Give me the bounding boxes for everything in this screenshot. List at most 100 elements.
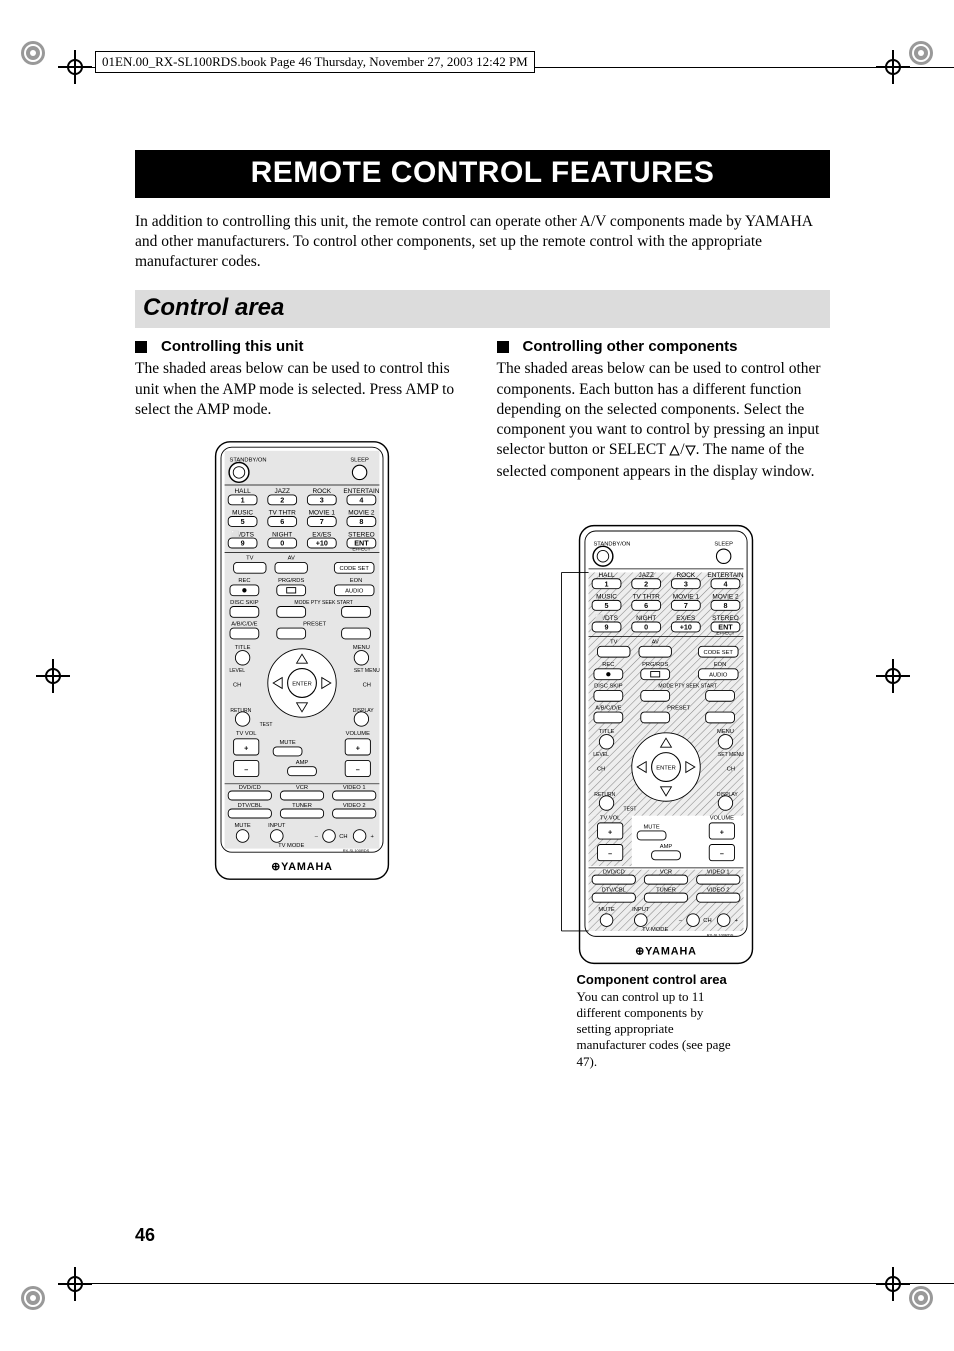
svg-text:–: – (719, 849, 723, 858)
svg-text:AMP: AMP (296, 760, 309, 766)
crop-cross-icon (876, 659, 910, 693)
svg-text:RX-SL100RDS: RX-SL100RDS (706, 933, 733, 938)
svg-text:SET MENU: SET MENU (717, 752, 743, 758)
remote-diagram-right: STANDBY/ON SLEEP HALL1JAZZ2ROCK3ENTERTAI… (557, 522, 831, 972)
svg-text:+10: +10 (679, 623, 691, 632)
bullet-square-icon (497, 341, 509, 353)
svg-text:4: 4 (723, 580, 727, 589)
svg-text:DTV/CBL: DTV/CBL (237, 803, 261, 809)
svg-text:1: 1 (604, 580, 608, 589)
subheading-controlling-other: Controlling other components (497, 338, 831, 355)
svg-text:HALL: HALL (234, 488, 251, 495)
svg-text:LEVEL: LEVEL (593, 752, 609, 758)
svg-text:EFFECT: EFFECT (716, 631, 734, 636)
svg-text:HALL: HALL (598, 572, 615, 579)
registration-mark-icon (20, 40, 46, 66)
svg-text:TV: TV (610, 640, 618, 646)
svg-text:INPUT: INPUT (268, 823, 286, 829)
svg-text:–: – (244, 765, 248, 774)
svg-text:6: 6 (644, 601, 648, 610)
svg-text:2: 2 (280, 495, 284, 504)
svg-text:TV MODE: TV MODE (278, 843, 304, 849)
svg-text:PRESET: PRESET (303, 621, 326, 627)
svg-text:2: 2 (644, 580, 648, 589)
svg-text:4: 4 (359, 495, 363, 504)
svg-text:DVD/CD: DVD/CD (602, 870, 624, 876)
registration-mark-icon (908, 1285, 934, 1311)
svg-text:CH: CH (703, 918, 711, 924)
svg-text:TV VOL: TV VOL (599, 816, 619, 822)
svg-text:TV: TV (246, 556, 254, 562)
bullet-square-icon (135, 341, 147, 353)
svg-text:CH: CH (233, 682, 241, 688)
svg-text:STEREO: STEREO (348, 531, 375, 538)
svg-text:+: + (608, 828, 612, 837)
svg-text:AUDIO: AUDIO (345, 588, 364, 594)
svg-text:MOVIE 1: MOVIE 1 (672, 594, 699, 601)
page-title: REMOTE CONTROL FEATURES (135, 150, 830, 198)
svg-text:7: 7 (683, 601, 687, 610)
svg-text:0: 0 (644, 623, 648, 632)
document-meta: 01EN.00_RX-SL100RDS.book Page 46 Thursda… (95, 51, 535, 73)
subheading-label: Controlling this unit (161, 338, 303, 355)
annotation-component-control: Component control area You can control u… (577, 972, 737, 1070)
annotation-title: Component control area (577, 972, 737, 988)
svg-text:MODE PTY SEEK START: MODE PTY SEEK START (658, 684, 716, 690)
svg-text:AV: AV (651, 640, 658, 646)
svg-text:VCR: VCR (659, 870, 671, 876)
svg-text:9: 9 (604, 623, 608, 632)
svg-text:–: – (356, 765, 360, 774)
svg-text:VOLUME: VOLUME (709, 816, 733, 822)
svg-text:TEST: TEST (623, 807, 636, 813)
svg-text:0: 0 (280, 539, 284, 548)
svg-text:7: 7 (320, 517, 324, 526)
svg-text:MENU: MENU (716, 729, 733, 735)
svg-text:MUTE: MUTE (234, 823, 250, 829)
svg-text:9: 9 (240, 539, 244, 548)
subheading-label: Controlling other components (523, 338, 738, 355)
svg-text:TEST: TEST (259, 722, 272, 728)
svg-text:CH: CH (362, 682, 370, 688)
svg-text:⊕YAMAHA: ⊕YAMAHA (635, 946, 697, 958)
svg-text:INPUT: INPUT (632, 907, 650, 913)
svg-text:–: – (608, 849, 612, 858)
right-body: The shaded areas below can be used to co… (497, 359, 831, 482)
svg-text:MUSIC: MUSIC (596, 594, 617, 601)
svg-text:CH: CH (596, 767, 604, 773)
svg-text:DVD/CD: DVD/CD (239, 785, 261, 791)
svg-text:PRG/RDS: PRG/RDS (278, 578, 304, 584)
svg-text:MUTE: MUTE (598, 907, 614, 913)
svg-text:LEVEL: LEVEL (229, 668, 245, 674)
section-heading: Control area (135, 290, 830, 328)
svg-text:EON: EON (713, 662, 725, 668)
svg-text:VIDEO 2: VIDEO 2 (343, 803, 366, 809)
remote-diagram-left: STANDBY/ON SLEEP HALL1JAZZ2ROCK3ENTERTAI… (135, 438, 469, 888)
svg-text:ENTERTAIN: ENTERTAIN (343, 488, 379, 495)
svg-text:NIGHT: NIGHT (272, 531, 292, 538)
svg-text:+: + (719, 828, 723, 837)
crop-cross-icon (36, 659, 70, 693)
svg-text:DISC SKIP: DISC SKIP (230, 600, 259, 606)
svg-text:A/B/C/D/E: A/B/C/D/E (231, 621, 257, 627)
svg-text:ENTER: ENTER (292, 682, 312, 688)
svg-text:TUNER: TUNER (292, 803, 312, 809)
svg-text:PRG/RDS: PRG/RDS (642, 662, 668, 668)
registration-mark-icon (908, 40, 934, 66)
svg-text:⬜/DTS: ⬜/DTS (231, 530, 254, 538)
svg-text:REC: REC (602, 662, 614, 668)
svg-text:1: 1 (240, 495, 244, 504)
svg-text:SLEEP: SLEEP (350, 457, 369, 463)
svg-text:JAZZ: JAZZ (274, 488, 290, 495)
svg-text:JAZZ: JAZZ (638, 572, 654, 579)
svg-text:8: 8 (723, 601, 727, 610)
svg-text:EX/ES: EX/ES (676, 615, 696, 622)
svg-text:STEREO: STEREO (712, 615, 739, 622)
svg-text:PRESET: PRESET (667, 706, 690, 712)
svg-text:MOVIE 2: MOVIE 2 (348, 510, 375, 517)
intro-paragraph: In addition to controlling this unit, th… (135, 212, 830, 272)
svg-text:⊕YAMAHA: ⊕YAMAHA (271, 861, 333, 873)
svg-text:VIDEO 2: VIDEO 2 (706, 888, 729, 894)
svg-text:MOVIE 1: MOVIE 1 (308, 510, 335, 517)
svg-text:SLEEP: SLEEP (714, 542, 733, 548)
annotation-body: You can control up to 11 different compo… (577, 989, 731, 1069)
